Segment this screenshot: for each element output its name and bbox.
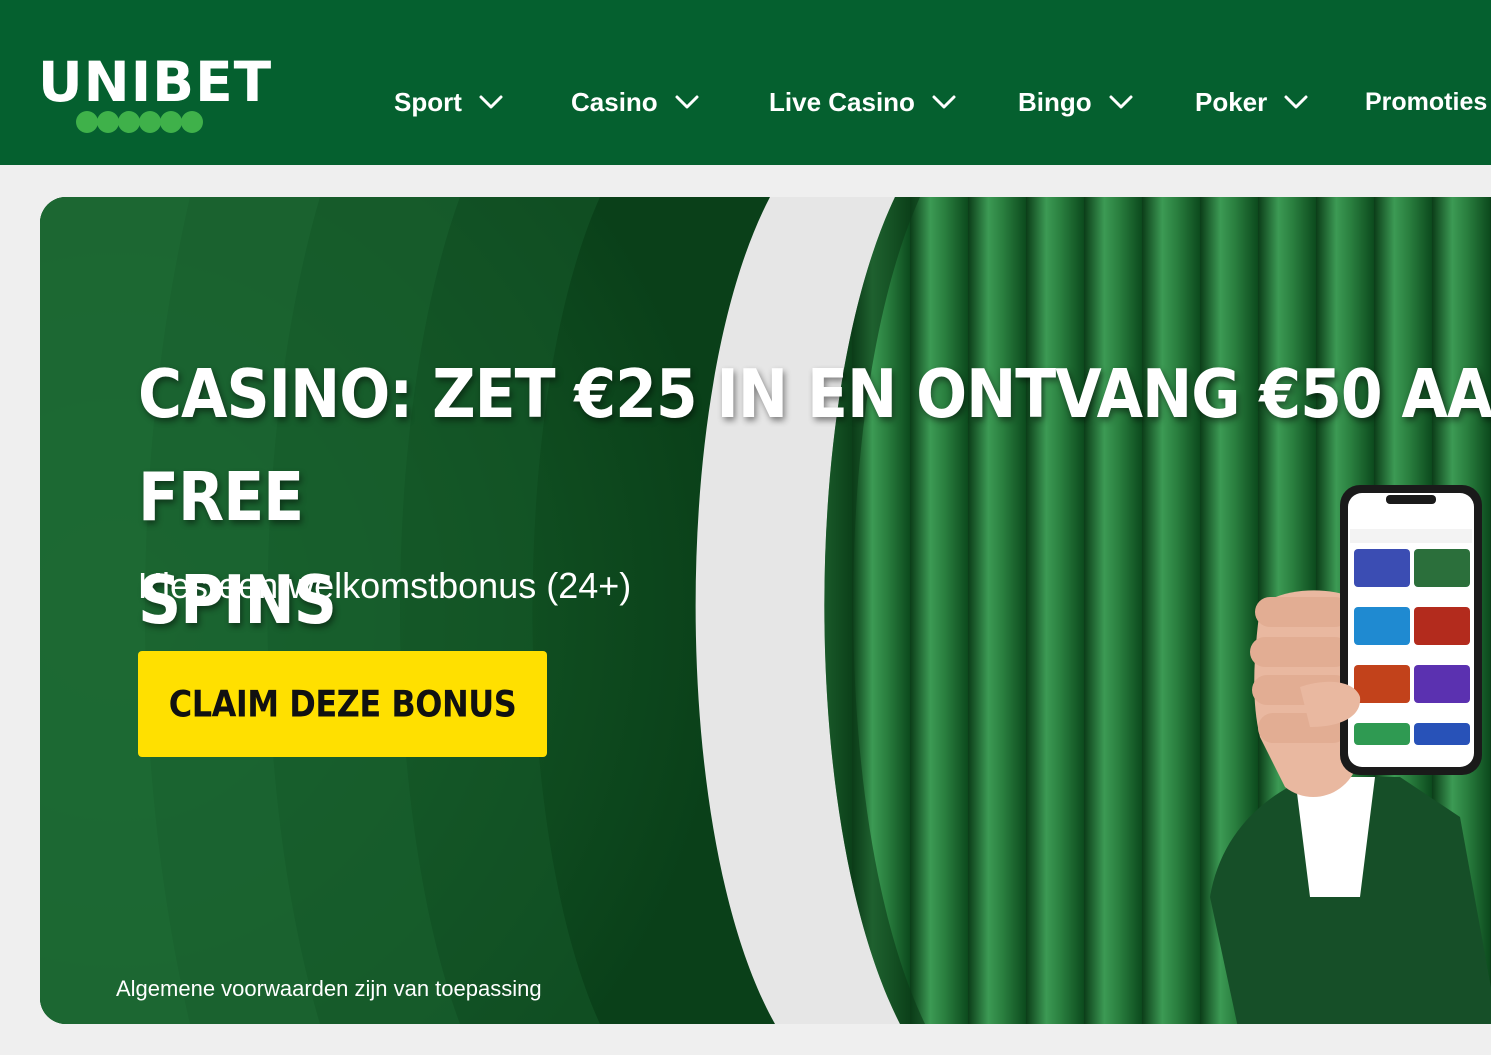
chevron-down-icon	[478, 94, 504, 110]
nav-item-label: Sport	[394, 86, 462, 117]
nav-item-label: Live Casino	[769, 86, 915, 117]
chevron-down-icon	[674, 94, 700, 110]
unibet-logo[interactable]: UNIBET	[38, 54, 271, 136]
nav-item-sport[interactable]: Sport	[394, 82, 504, 122]
logo-dot	[97, 111, 119, 133]
logo-dot	[118, 111, 140, 133]
hero-subtitle: Kies een welkomstbonus (24+)	[138, 565, 632, 606]
nav-item-label: Bingo	[1018, 86, 1092, 117]
terms-link[interactable]: Algemene voorwaarden zijn van toepassing	[116, 974, 542, 1004]
claim-bonus-button[interactable]: CLAIM DEZE BONUS	[138, 651, 547, 757]
chevron-down-icon	[1108, 94, 1134, 110]
logo-dot	[139, 111, 161, 133]
logo-dot	[181, 111, 203, 133]
promo-hero-banner[interactable]: CASINO: ZET €25 IN EN ONTVANG €50 AAN FR…	[40, 197, 1491, 1024]
logo-wordmark: UNIBET	[38, 50, 273, 114]
nav-item-label: Promoties	[1365, 87, 1488, 116]
logo-dot	[76, 111, 98, 133]
phone-in-hand-illustration	[1200, 477, 1491, 1024]
nav-item-live-casino[interactable]: Live Casino	[769, 82, 957, 122]
nav-item-casino[interactable]: Casino	[571, 82, 700, 122]
nav-item-poker[interactable]: Poker	[1195, 82, 1309, 122]
logo-dot	[160, 111, 182, 133]
top-navigation-bar: UNIBET Sport Casino Live Casino Bingo Po…	[0, 0, 1491, 165]
nav-item-label: Casino	[571, 86, 658, 117]
chevron-down-icon	[1283, 94, 1309, 110]
nav-item-label: Poker	[1195, 86, 1268, 117]
claim-bonus-label: CLAIM DEZE BONUS	[168, 682, 517, 726]
nav-item-bingo[interactable]: Bingo	[1018, 82, 1134, 122]
chevron-down-icon	[931, 94, 957, 110]
nav-item-promoties[interactable]: Promoties	[1365, 82, 1487, 122]
